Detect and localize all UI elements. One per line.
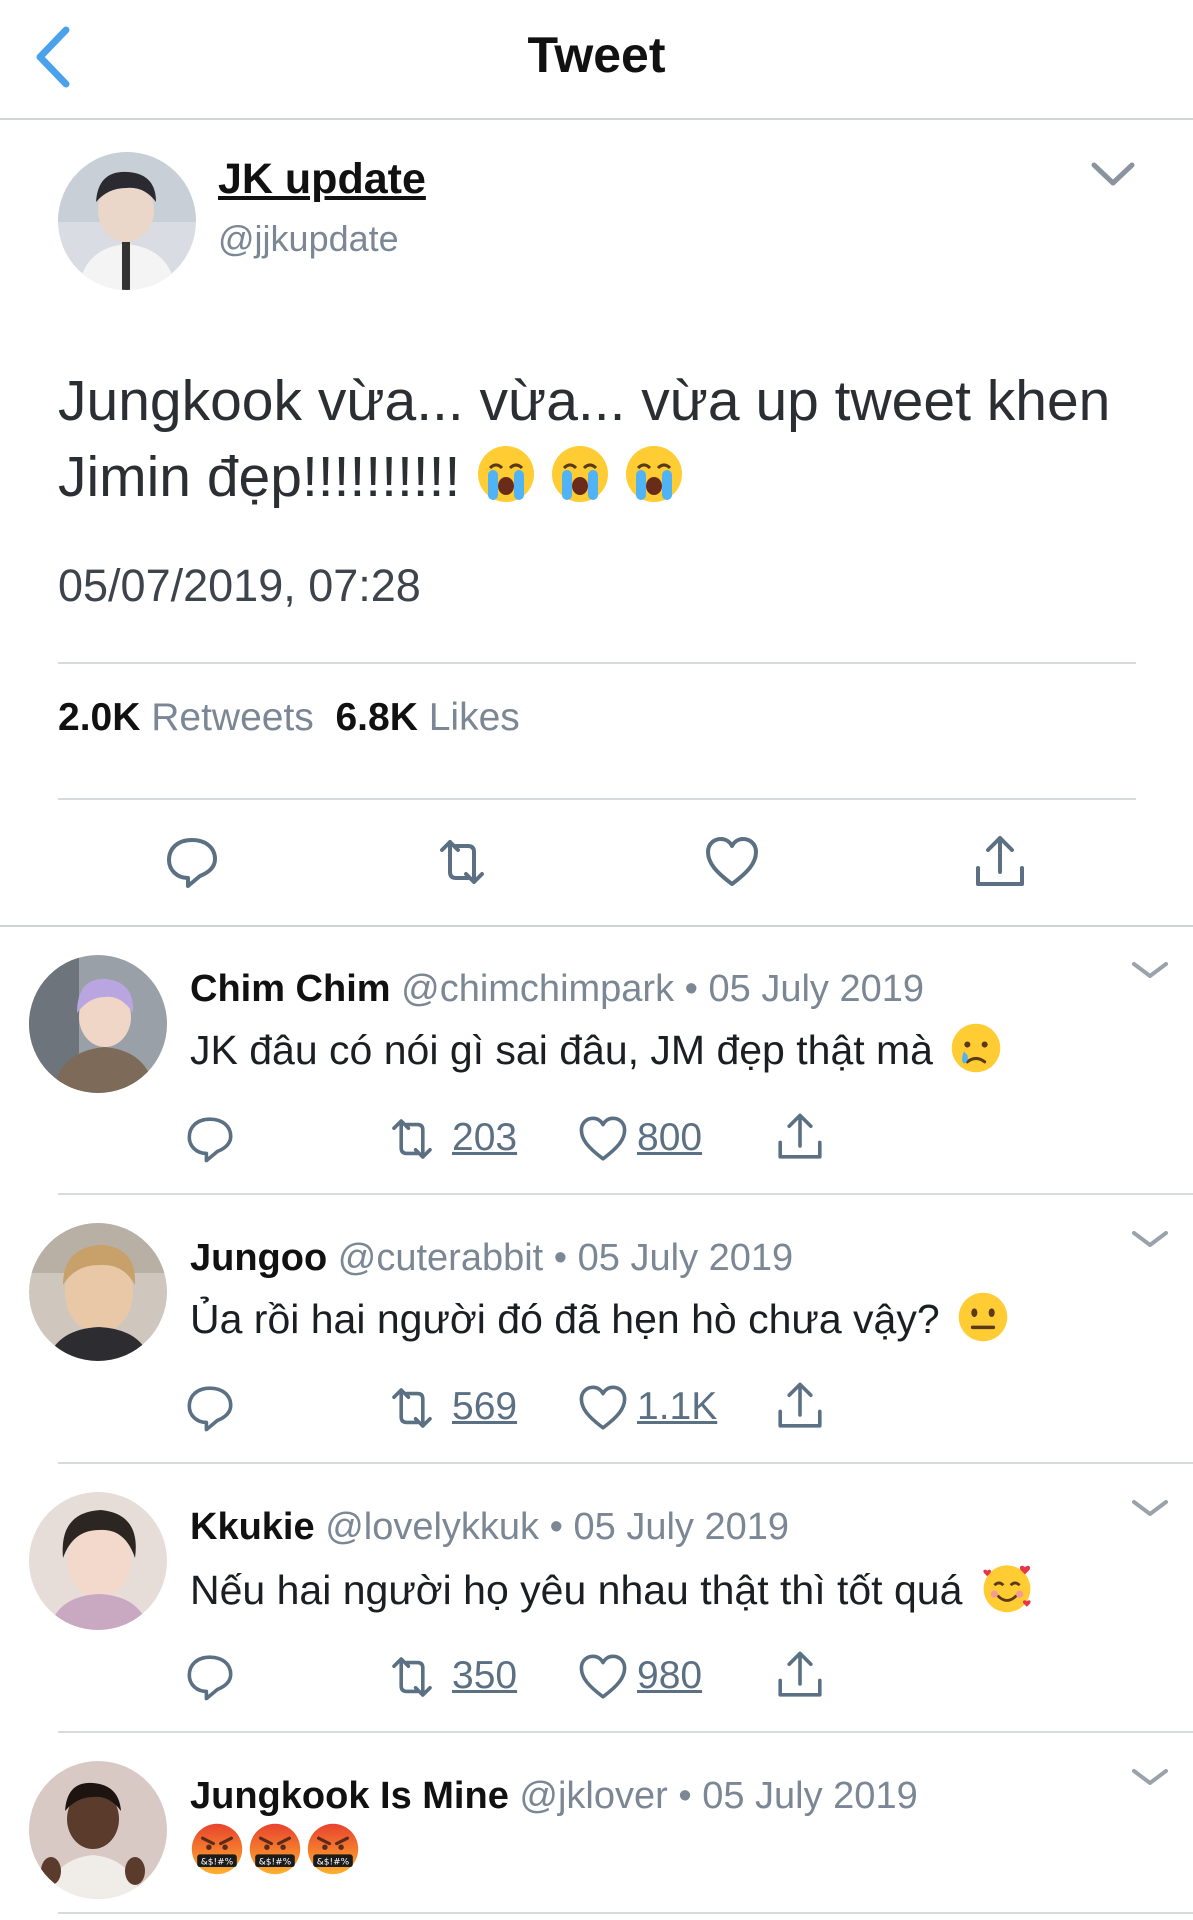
- separator-dot: •: [549, 1506, 563, 1548]
- chevron-down-icon[interactable]: [1130, 958, 1170, 982]
- reply-icon[interactable]: [183, 1112, 237, 1166]
- retweets-label[interactable]: Retweets: [151, 696, 314, 739]
- like-count[interactable]: 1.1K: [637, 1385, 717, 1429]
- reply-header: Chim Chim @chimchimpark • 05 July 2019: [190, 968, 924, 1011]
- reply-text: Nếu hai người họ yêu nhau thật thì tốt q…: [190, 1560, 1048, 1614]
- share-icon[interactable]: [773, 1110, 827, 1164]
- face-with-symbols-on-mouth-icon: &$!#%: [307, 1823, 359, 1875]
- reply-date: 05 July 2019: [708, 968, 925, 1010]
- retweet-icon[interactable]: [385, 1381, 439, 1435]
- separator-dot: •: [553, 1237, 568, 1279]
- reply-avatar[interactable]: [29, 1223, 167, 1361]
- tweet-stats: 2.0K Retweets 6.8K Likes: [58, 696, 520, 740]
- reply-header: Jungoo @cuterabbit • 05 July 2019: [190, 1237, 793, 1280]
- reply-text: JK đâu có nói gì sai đâu, JM đẹp thật mà: [190, 1022, 1016, 1074]
- crying-face-icon: [952, 1023, 1001, 1073]
- retweet-count[interactable]: 569: [452, 1385, 517, 1429]
- reply-author-name[interactable]: Jungoo: [190, 1237, 327, 1279]
- like-count[interactable]: 800: [637, 1116, 702, 1160]
- reply-date: 05 July 2019: [573, 1506, 790, 1548]
- loudly-crying-face-icon: [626, 446, 683, 502]
- face-with-symbols-on-mouth-icon: &$!#%: [249, 1823, 301, 1875]
- reply-avatar[interactable]: [29, 955, 167, 1093]
- divider: [58, 1731, 1193, 1733]
- reply-header: Kkukie @lovelykkuk • 05 July 2019: [190, 1506, 789, 1549]
- retweets-count[interactable]: 2.0K: [58, 696, 140, 739]
- retweet-icon[interactable]: [385, 1650, 439, 1704]
- tweet-timestamp: 05/07/2019, 07:28: [58, 560, 421, 611]
- reply-author-handle[interactable]: @lovelykkuk: [325, 1506, 539, 1548]
- neutral-face-icon: [958, 1292, 1008, 1342]
- loudly-crying-face-icon: [478, 446, 535, 502]
- reply-avatar[interactable]: [29, 1492, 167, 1630]
- divider: [58, 1462, 1193, 1464]
- emoji-symbol-text: &$!#%: [259, 1857, 292, 1867]
- reply-author-name[interactable]: Kkukie: [190, 1506, 315, 1548]
- chevron-down-icon[interactable]: [1088, 155, 1138, 191]
- reply-author-handle[interactable]: @cuterabbit: [338, 1237, 543, 1279]
- reply-icon[interactable]: [162, 832, 222, 892]
- author-avatar[interactable]: [58, 152, 196, 290]
- reply-author-name[interactable]: Jungkook Is Mine: [190, 1775, 509, 1817]
- reply-header: Jungkook Is Mine @jklover • 05 July 2019: [190, 1775, 918, 1818]
- page-title: Tweet: [527, 27, 666, 83]
- reply-date: 05 July 2019: [702, 1775, 918, 1817]
- reply-author-handle[interactable]: @chimchimpark: [401, 968, 674, 1010]
- separator-dot: •: [684, 968, 698, 1010]
- reply-date: 05 July 2019: [577, 1237, 794, 1279]
- reply-icon[interactable]: [183, 1381, 237, 1435]
- emoji-symbol-text: &$!#%: [317, 1857, 350, 1867]
- likes-label[interactable]: Likes: [429, 696, 520, 739]
- retweet-count[interactable]: 350: [452, 1654, 517, 1698]
- reply-text: Ủa rồi hai người đó đã hẹn hò chưa vậy?: [190, 1291, 1023, 1343]
- like-heart-icon[interactable]: [576, 1650, 630, 1704]
- divider: [58, 1912, 1193, 1914]
- like-count[interactable]: 980: [637, 1654, 702, 1698]
- smiling-face-with-hearts-icon: [983, 1565, 1031, 1613]
- reply-author-handle[interactable]: @jklover: [519, 1775, 667, 1817]
- tweet-text: Jungkook vừa... vừa... vừa up tweet khen…: [58, 363, 1158, 515]
- share-icon[interactable]: [970, 832, 1030, 892]
- chevron-down-icon[interactable]: [1130, 1765, 1170, 1789]
- reply-avatar[interactable]: [29, 1761, 167, 1899]
- like-heart-icon[interactable]: [702, 832, 762, 892]
- likes-count[interactable]: 6.8K: [335, 696, 417, 739]
- like-heart-icon[interactable]: [576, 1112, 630, 1166]
- reply-text-content: Ủa rồi hai người đó đã hẹn hò chưa vậy?: [190, 1296, 940, 1342]
- reply-text-content: JK đâu có nói gì sai đâu, JM đẹp thật mà: [190, 1027, 933, 1073]
- chevron-down-icon[interactable]: [1130, 1227, 1170, 1251]
- divider: [58, 1193, 1193, 1195]
- divider: [58, 662, 1136, 664]
- separator-dot: •: [678, 1775, 692, 1817]
- reply-text-content: Nếu hai người họ yêu nhau thật thì tốt q…: [190, 1567, 963, 1613]
- divider: [58, 798, 1136, 800]
- retweet-icon[interactable]: [385, 1112, 439, 1166]
- chevron-down-icon[interactable]: [1130, 1496, 1170, 1520]
- reply-text: &$!#% &$!#% &$!#%: [190, 1822, 364, 1878]
- reply-icon[interactable]: [183, 1650, 237, 1704]
- emoji-symbol-text: &$!#%: [201, 1857, 234, 1867]
- face-with-symbols-on-mouth-icon: &$!#%: [191, 1823, 243, 1875]
- author-handle: @jjkupdate: [218, 218, 399, 259]
- retweet-count[interactable]: 203: [452, 1116, 517, 1160]
- divider: [0, 925, 1193, 927]
- retweet-icon[interactable]: [432, 832, 492, 892]
- like-heart-icon[interactable]: [576, 1381, 630, 1435]
- author-name[interactable]: JK update: [218, 155, 426, 204]
- share-icon[interactable]: [773, 1379, 827, 1433]
- share-icon[interactable]: [773, 1648, 827, 1702]
- reply-author-name[interactable]: Chim Chim: [190, 968, 391, 1010]
- loudly-crying-face-icon: [552, 446, 609, 502]
